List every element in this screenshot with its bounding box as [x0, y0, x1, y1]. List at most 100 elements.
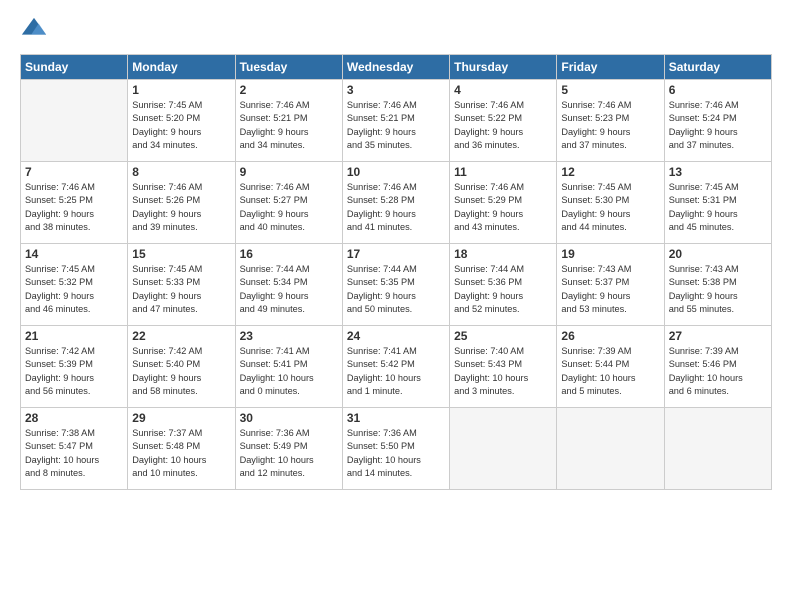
day-info: Sunrise: 7:44 AMSunset: 5:36 PMDaylight:…	[454, 263, 552, 316]
day-info: Sunrise: 7:45 AMSunset: 5:32 PMDaylight:…	[25, 263, 123, 316]
day-number: 4	[454, 83, 552, 97]
calendar-cell: 3Sunrise: 7:46 AMSunset: 5:21 PMDaylight…	[342, 80, 449, 162]
day-info: Sunrise: 7:46 AMSunset: 5:25 PMDaylight:…	[25, 181, 123, 234]
week-row-1: 1Sunrise: 7:45 AMSunset: 5:20 PMDaylight…	[21, 80, 772, 162]
day-info: Sunrise: 7:46 AMSunset: 5:26 PMDaylight:…	[132, 181, 230, 234]
calendar-cell: 9 Sunrise: 7:46 AMSunset: 5:27 PMDaylight…	[235, 162, 342, 244]
col-header-sunday: Sunday	[21, 55, 128, 80]
day-info: Sunrise: 7:36 AMSunset: 5:50 PMDaylight:…	[347, 427, 445, 480]
calendar-cell: 29 Sunrise: 7:37 AMSunset: 5:48 PMDayligh…	[128, 408, 235, 490]
day-info: Sunrise: 7:42 AMSunset: 5:40 PMDaylight:…	[132, 345, 230, 398]
day-info: Sunrise: 7:45 AMSunset: 5:33 PMDaylight:…	[132, 263, 230, 316]
day-info: Sunrise: 7:43 AMSunset: 5:38 PMDaylight:…	[669, 263, 767, 316]
week-row-5: 28 Sunrise: 7:38 AMSunset: 5:47 PMDayligh…	[21, 408, 772, 490]
day-info: Sunrise: 7:44 AMSunset: 5:34 PMDaylight:…	[240, 263, 338, 316]
calendar-cell: 23Sunrise: 7:41 AMSunset: 5:41 PMDayligh…	[235, 326, 342, 408]
day-info: Sunrise: 7:46 AMSunset: 5:21 PMDaylight:…	[347, 99, 445, 152]
day-number: 24	[347, 329, 445, 343]
day-number: 14	[25, 247, 123, 261]
calendar-cell	[557, 408, 664, 490]
calendar-cell: 14 Sunrise: 7:45 AMSunset: 5:32 PMDayligh…	[21, 244, 128, 326]
week-row-2: 7 Sunrise: 7:46 AMSunset: 5:25 PMDaylight…	[21, 162, 772, 244]
day-number: 18	[454, 247, 552, 261]
day-number: 22	[132, 329, 230, 343]
day-number: 15	[132, 247, 230, 261]
calendar-cell: 11 Sunrise: 7:46 AMSunset: 5:29 PMDayligh…	[450, 162, 557, 244]
calendar-cell: 17 Sunrise: 7:44 AMSunset: 5:35 PMDayligh…	[342, 244, 449, 326]
day-info: Sunrise: 7:40 AMSunset: 5:43 PMDaylight:…	[454, 345, 552, 398]
page-container: SundayMondayTuesdayWednesdayThursdayFrid…	[0, 0, 792, 612]
day-number: 19	[561, 247, 659, 261]
calendar-cell: 24 Sunrise: 7:41 AMSunset: 5:42 PMDayligh…	[342, 326, 449, 408]
day-info: Sunrise: 7:37 AMSunset: 5:48 PMDaylight:…	[132, 427, 230, 480]
day-info: Sunrise: 7:41 AMSunset: 5:42 PMDaylight:…	[347, 345, 445, 398]
calendar-cell: 20 Sunrise: 7:43 AMSunset: 5:38 PMDayligh…	[664, 244, 771, 326]
day-number: 13	[669, 165, 767, 179]
day-number: 11	[454, 165, 552, 179]
calendar-cell: 28 Sunrise: 7:38 AMSunset: 5:47 PMDayligh…	[21, 408, 128, 490]
day-number: 7	[25, 165, 123, 179]
day-info: Sunrise: 7:46 AMSunset: 5:24 PMDaylight:…	[669, 99, 767, 152]
day-number: 9	[240, 165, 338, 179]
calendar-cell: 27 Sunrise: 7:39 AMSunset: 5:46 PMDayligh…	[664, 326, 771, 408]
day-info: Sunrise: 7:43 AMSunset: 5:37 PMDaylight:…	[561, 263, 659, 316]
col-header-friday: Friday	[557, 55, 664, 80]
day-info: Sunrise: 7:38 AMSunset: 5:47 PMDaylight:…	[25, 427, 123, 480]
calendar-header-row: SundayMondayTuesdayWednesdayThursdayFrid…	[21, 55, 772, 80]
day-number: 20	[669, 247, 767, 261]
calendar-cell: 22 Sunrise: 7:42 AMSunset: 5:40 PMDayligh…	[128, 326, 235, 408]
calendar-cell: 19 Sunrise: 7:43 AMSunset: 5:37 PMDayligh…	[557, 244, 664, 326]
day-number: 8	[132, 165, 230, 179]
page-header	[20, 16, 772, 44]
day-info: Sunrise: 7:36 AMSunset: 5:49 PMDaylight:…	[240, 427, 338, 480]
calendar-cell	[21, 80, 128, 162]
day-number: 31	[347, 411, 445, 425]
calendar-cell: 30 Sunrise: 7:36 AMSunset: 5:49 PMDayligh…	[235, 408, 342, 490]
day-info: Sunrise: 7:46 AMSunset: 5:23 PMDaylight:…	[561, 99, 659, 152]
day-number: 29	[132, 411, 230, 425]
col-header-tuesday: Tuesday	[235, 55, 342, 80]
calendar-cell: 18 Sunrise: 7:44 AMSunset: 5:36 PMDayligh…	[450, 244, 557, 326]
calendar-cell: 6 Sunrise: 7:46 AMSunset: 5:24 PMDaylight…	[664, 80, 771, 162]
day-info: Sunrise: 7:39 AMSunset: 5:46 PMDaylight:…	[669, 345, 767, 398]
logo	[20, 16, 52, 44]
day-info: Sunrise: 7:46 AMSunset: 5:22 PMDaylight:…	[454, 99, 552, 152]
calendar-cell	[664, 408, 771, 490]
calendar-cell: 10 Sunrise: 7:46 AMSunset: 5:28 PMDayligh…	[342, 162, 449, 244]
day-info: Sunrise: 7:45 AMSunset: 5:30 PMDaylight:…	[561, 181, 659, 234]
day-number: 21	[25, 329, 123, 343]
day-info: Sunrise: 7:46 AMSunset: 5:27 PMDaylight:…	[240, 181, 338, 234]
calendar-cell: 12 Sunrise: 7:45 AMSunset: 5:30 PMDayligh…	[557, 162, 664, 244]
day-number: 12	[561, 165, 659, 179]
day-info: Sunrise: 7:46 AMSunset: 5:21 PMDaylight:…	[240, 99, 338, 152]
day-number: 28	[25, 411, 123, 425]
calendar-cell: 2 Sunrise: 7:46 AMSunset: 5:21 PMDaylight…	[235, 80, 342, 162]
calendar-cell: 4 Sunrise: 7:46 AMSunset: 5:22 PMDaylight…	[450, 80, 557, 162]
day-info: Sunrise: 7:39 AMSunset: 5:44 PMDaylight:…	[561, 345, 659, 398]
calendar-cell: 7 Sunrise: 7:46 AMSunset: 5:25 PMDaylight…	[21, 162, 128, 244]
calendar-cell: 16Sunrise: 7:44 AMSunset: 5:34 PMDayligh…	[235, 244, 342, 326]
day-info: Sunrise: 7:45 AMSunset: 5:31 PMDaylight:…	[669, 181, 767, 234]
day-info: Sunrise: 7:44 AMSunset: 5:35 PMDaylight:…	[347, 263, 445, 316]
col-header-monday: Monday	[128, 55, 235, 80]
day-info: Sunrise: 7:46 AMSunset: 5:28 PMDaylight:…	[347, 181, 445, 234]
day-info: Sunrise: 7:46 AMSunset: 5:29 PMDaylight:…	[454, 181, 552, 234]
day-number: 2	[240, 83, 338, 97]
day-number: 17	[347, 247, 445, 261]
calendar-cell: 13 Sunrise: 7:45 AMSunset: 5:31 PMDayligh…	[664, 162, 771, 244]
day-number: 6	[669, 83, 767, 97]
calendar-cell: 1Sunrise: 7:45 AMSunset: 5:20 PMDaylight…	[128, 80, 235, 162]
calendar-cell: 5Sunrise: 7:46 AMSunset: 5:23 PMDaylight…	[557, 80, 664, 162]
day-number: 1	[132, 83, 230, 97]
day-number: 10	[347, 165, 445, 179]
logo-icon	[20, 16, 48, 44]
col-header-saturday: Saturday	[664, 55, 771, 80]
day-info: Sunrise: 7:41 AMSunset: 5:41 PMDaylight:…	[240, 345, 338, 398]
day-number: 27	[669, 329, 767, 343]
calendar-cell	[450, 408, 557, 490]
calendar-cell: 21Sunrise: 7:42 AMSunset: 5:39 PMDayligh…	[21, 326, 128, 408]
col-header-wednesday: Wednesday	[342, 55, 449, 80]
day-number: 30	[240, 411, 338, 425]
calendar-cell: 25Sunrise: 7:40 AMSunset: 5:43 PMDayligh…	[450, 326, 557, 408]
day-number: 26	[561, 329, 659, 343]
